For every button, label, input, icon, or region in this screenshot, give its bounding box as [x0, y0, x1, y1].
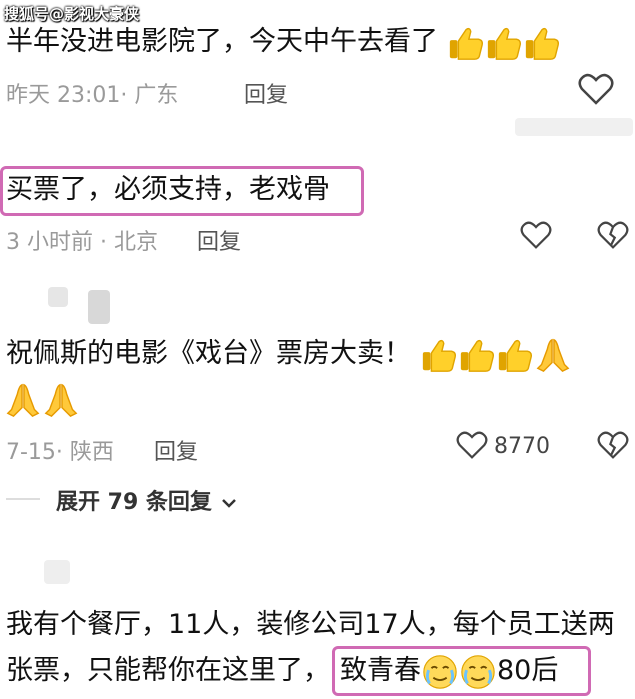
- thumbs-up-emoji-icon: [523, 23, 561, 63]
- avatar[interactable]: [48, 287, 68, 307]
- thumbs-up-emoji-icon: [458, 335, 496, 375]
- comment-meta: 3 小时前 · 北京: [6, 230, 158, 255]
- reply-button[interactable]: 回复: [197, 224, 241, 256]
- avatar[interactable]: [88, 290, 110, 324]
- like-heart-icon[interactable]: [578, 72, 614, 106]
- expand-replies-button[interactable]: 展开 79 条回复: [56, 484, 238, 516]
- reply-button[interactable]: 回复: [154, 434, 198, 466]
- highlight-text: 致青春 80后: [340, 651, 558, 692]
- like-heart-icon[interactable]: [456, 430, 488, 460]
- thumbs-up-emoji-icon: [447, 23, 485, 63]
- comment-meta: 7-15· 陕西: [6, 440, 114, 465]
- emoji-row: [4, 380, 80, 420]
- comment-text: 买票了，必须支持，老戏骨: [6, 174, 330, 205]
- comment-text: 半年没进电影院了，今天中午去看了: [6, 22, 561, 63]
- comment-text: 祝佩斯的电影《戏台》票房大卖！: [6, 334, 572, 375]
- highlight-text-a: 致青春: [340, 655, 421, 686]
- praying-hands-emoji-icon: [534, 335, 572, 375]
- thumbs-up-emoji-icon: [420, 335, 458, 375]
- dislike-broken-heart-icon[interactable]: [597, 220, 629, 250]
- highlight-text-b: 80后: [497, 655, 559, 686]
- thumbs-up-emoji-icon: [496, 335, 534, 375]
- expand-replies-label: 展开 79 条回复: [56, 490, 212, 515]
- thumbs-up-emoji-icon: [485, 23, 523, 63]
- comment-text-line2: 张票，只能帮你在这里了，: [6, 655, 330, 686]
- like-count: 8770: [494, 434, 550, 459]
- comment-text-content: 祝佩斯的电影《戏台》票房大卖！: [6, 338, 411, 369]
- reply-button[interactable]: 回复: [244, 77, 288, 109]
- dislike-broken-heart-icon[interactable]: [597, 430, 629, 460]
- praying-hands-emoji-icon: [42, 380, 80, 420]
- comment-text-content: 半年没进电影院了，今天中午去看了: [6, 26, 438, 57]
- like-heart-icon[interactable]: [520, 220, 552, 250]
- praying-hands-emoji-icon: [4, 380, 42, 420]
- watermark: 搜狐号@影视大豪侠: [4, 5, 140, 23]
- avatar[interactable]: [44, 560, 70, 584]
- comment-meta: 昨天 23:01· 广东: [6, 83, 179, 108]
- comment-text-line1: 我有个餐厅，11人，装修公司17人，每个员工送两: [6, 609, 615, 640]
- teary-smile-emoji-icon: [459, 652, 497, 692]
- teary-smile-emoji-icon: [421, 652, 459, 692]
- divider: [6, 498, 40, 500]
- blurred-avatar-area: [515, 118, 633, 136]
- chevron-down-icon: [221, 499, 236, 508]
